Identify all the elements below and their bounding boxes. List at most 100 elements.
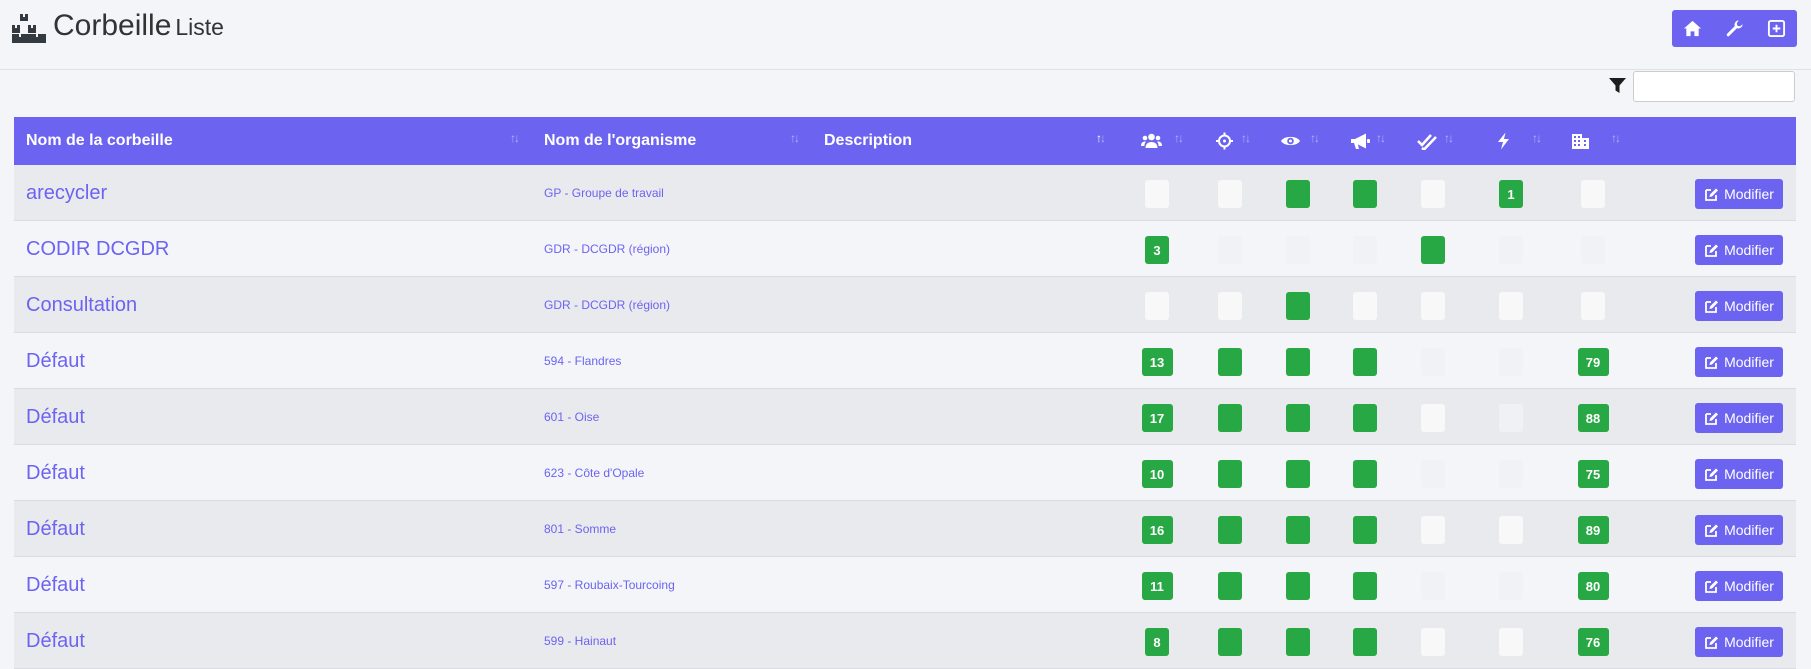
sort-icon[interactable]: ↑↓ — [510, 131, 520, 145]
crosshairs-icon — [1216, 132, 1233, 150]
modifier-button[interactable]: Modifier — [1695, 571, 1783, 601]
indicator-announced — [1353, 572, 1377, 600]
indicator-announced — [1353, 404, 1377, 432]
column-header-announce[interactable] — [1350, 117, 1371, 165]
corbeille-name-link[interactable]: Défaut — [26, 557, 85, 613]
indicator-urgent — [1499, 516, 1523, 544]
table-row: Défaut 594 - Flandres 13 79 Modifier — [14, 333, 1796, 389]
modifier-button[interactable]: Modifier — [1695, 627, 1783, 657]
modifier-label: Modifier — [1724, 578, 1774, 594]
modifier-label: Modifier — [1724, 186, 1774, 202]
indicator-users-count: 17 — [1141, 404, 1173, 432]
indicator-validated — [1421, 236, 1445, 264]
corbeille-name-link[interactable]: Consultation — [26, 277, 137, 333]
corbeille-name-link[interactable]: Défaut — [26, 613, 85, 669]
sort-icon-active[interactable]: ↑↓ — [1096, 131, 1106, 145]
indicator-organisms-count: 88 — [1577, 404, 1609, 432]
indicator-organisms-count: 75 — [1577, 460, 1609, 488]
indicator-urgent — [1499, 572, 1523, 600]
column-header-urgent[interactable] — [1493, 117, 1514, 165]
column-org-label: Nom de l'organisme — [544, 132, 697, 149]
indicator-validated — [1421, 180, 1445, 208]
organism-name: GDR - DCGDR (région) — [544, 298, 671, 312]
building-icon — [1572, 134, 1589, 149]
indicator-urgent: 1 — [1499, 180, 1523, 208]
indicator-visible — [1286, 404, 1310, 432]
boxes-icon — [12, 14, 46, 43]
edit-icon — [1705, 468, 1719, 481]
column-header-name[interactable]: Nom de la corbeille — [26, 117, 173, 165]
indicator-users-count — [1145, 292, 1169, 320]
indicator-urgent — [1499, 292, 1523, 320]
indicator-announced — [1353, 292, 1377, 320]
column-header-validated[interactable] — [1417, 117, 1438, 165]
modifier-button[interactable]: Modifier — [1695, 235, 1783, 265]
organism-name: 597 - Roubaix-Tourcoing — [544, 578, 675, 592]
modifier-button[interactable]: Modifier — [1695, 347, 1783, 377]
sort-icon[interactable]: ↑↓ — [1376, 131, 1386, 145]
corbeille-name-link[interactable]: Défaut — [26, 389, 85, 445]
indicator-announced — [1353, 516, 1377, 544]
sort-icon[interactable]: ↑↓ — [790, 131, 800, 145]
organism-name: 594 - Flandres — [544, 354, 622, 368]
filter-input[interactable] — [1633, 71, 1795, 102]
indicator-organisms-count: 80 — [1577, 572, 1609, 600]
column-header-organisms[interactable] — [1570, 117, 1591, 165]
column-header-visible[interactable] — [1280, 117, 1301, 165]
indicator-organisms-count: 79 — [1577, 348, 1609, 376]
edit-icon — [1705, 524, 1719, 537]
modifier-button[interactable]: Modifier — [1695, 459, 1783, 489]
indicator-urgent — [1499, 628, 1523, 656]
indicator-users-count: 16 — [1141, 516, 1173, 544]
indicator-organisms-count — [1581, 236, 1605, 264]
sort-icon[interactable]: ↑↓ — [1174, 131, 1184, 145]
indicator-organisms-count — [1581, 180, 1605, 208]
sort-icon[interactable]: ↑↓ — [1611, 131, 1621, 145]
column-header-crosshairs[interactable] — [1214, 117, 1235, 165]
sort-icon[interactable]: ↑↓ — [1444, 131, 1454, 145]
settings-button[interactable] — [1714, 10, 1756, 47]
edit-icon — [1705, 580, 1719, 593]
corbeille-table: Nom de la corbeille ↑↓ Nom de l'organism… — [14, 117, 1796, 669]
plus-square-icon — [1767, 19, 1785, 38]
organism-name: 601 - Oise — [544, 410, 600, 424]
home-button[interactable] — [1672, 10, 1714, 47]
column-header-org[interactable]: Nom de l'organisme — [544, 117, 696, 165]
indicator-users-count: 13 — [1141, 348, 1173, 376]
title-sub: Liste — [175, 14, 224, 40]
modifier-label: Modifier — [1724, 634, 1774, 650]
corbeille-name-link[interactable]: Défaut — [26, 501, 85, 557]
modifier-label: Modifier — [1724, 522, 1774, 538]
organism-name: GDR - DCGDR (région) — [544, 242, 671, 256]
corbeille-name-link[interactable]: Défaut — [26, 333, 85, 389]
indicator-users-count — [1145, 180, 1169, 208]
indicator-validated — [1421, 348, 1445, 376]
column-header-description[interactable]: Description — [824, 117, 912, 165]
column-header-users[interactable] — [1141, 117, 1162, 165]
modifier-button[interactable]: Modifier — [1695, 403, 1783, 433]
table-row: Défaut 801 - Somme 16 89 Modifier — [14, 501, 1796, 557]
sort-icon[interactable]: ↑↓ — [1310, 131, 1320, 145]
indicator-announced — [1353, 348, 1377, 376]
sort-icon[interactable]: ↑↓ — [1532, 131, 1542, 145]
add-button[interactable] — [1755, 10, 1797, 47]
indicator-organisms-count: 76 — [1577, 628, 1609, 656]
eye-icon — [1281, 136, 1300, 146]
home-icon — [1684, 20, 1702, 37]
indicator-targeted — [1218, 572, 1242, 600]
indicator-organisms-count — [1581, 292, 1605, 320]
indicator-announced — [1353, 460, 1377, 488]
modifier-button[interactable]: Modifier — [1695, 291, 1783, 321]
corbeille-name-link[interactable]: arecycler — [26, 165, 107, 221]
modifier-button[interactable]: Modifier — [1695, 515, 1783, 545]
indicator-organisms-count: 89 — [1577, 516, 1609, 544]
column-name-label: Nom de la corbeille — [26, 132, 173, 149]
indicator-visible — [1286, 460, 1310, 488]
corbeille-name-link[interactable]: CODIR DCGDR — [26, 221, 169, 277]
table-row: arecycler GP - Groupe de travail 1 Modifier — [14, 165, 1796, 221]
modifier-label: Modifier — [1724, 466, 1774, 482]
corbeille-name-link[interactable]: Défaut — [26, 445, 85, 501]
sort-icon[interactable]: ↑↓ — [1241, 131, 1251, 145]
indicator-visible — [1286, 292, 1310, 320]
modifier-button[interactable]: Modifier — [1695, 179, 1783, 209]
